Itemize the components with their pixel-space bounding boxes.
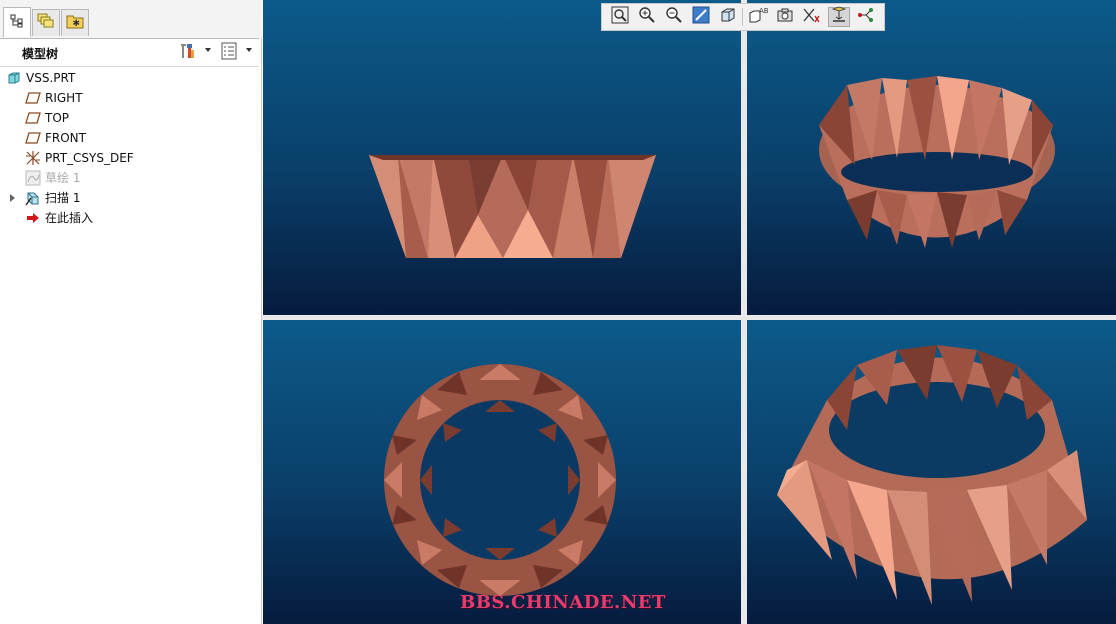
tab-layers[interactable] [32,9,60,36]
tree-item-right[interactable]: RIGHT [25,88,83,107]
svg-text:✱: ✱ [73,19,81,29]
viewport-divider-vertical[interactable] [741,0,747,624]
tree-item-label: PRT_CSYS_DEF [45,150,134,165]
tree-item-label: TOP [45,110,70,125]
saved-views-button[interactable]: AB [747,7,769,27]
tab-model-tree[interactable] [3,7,31,37]
shaded-cube-icon [719,6,737,28]
model-tree-panel: ✱ 模型树 VSS.PRT RIGHT TOP FRONT PRT_CSYS_D… [0,0,262,624]
datum-plane-icon [25,130,41,146]
camera-icon [776,6,794,28]
viewport-iso-bottom[interactable] [747,320,1116,624]
zoom-out-button[interactable] [663,7,685,27]
ring-iso-view [819,76,1055,248]
tree-item-label: 草绘 1 [45,171,81,185]
layers-icon [37,13,55,33]
tree-item-sweep[interactable]: 扫描 1 [10,188,80,207]
viewport-top[interactable] [263,320,741,624]
view-manager-button[interactable] [774,7,796,27]
model-tree-icon [10,13,24,32]
refit-button[interactable] [609,6,631,28]
watermark: BBS.CHINADE.NET [460,592,666,613]
tools-icon [178,42,196,64]
tab-favorites[interactable]: ✱ [61,9,89,36]
tree-item-label: VSS.PRT [26,70,76,85]
tree-title: 模型树 [22,47,59,61]
viewport-iso-top[interactable] [747,0,1116,315]
viewport-divider-horizontal[interactable] [262,315,1116,320]
tree-item-front[interactable]: FRONT [25,128,86,147]
viewport-front[interactable] [263,0,741,315]
datum-display-icon [802,6,822,28]
repaint-icon [692,6,710,28]
tree-show-button[interactable] [219,42,239,64]
sketch-icon [25,170,41,186]
datum-display-button[interactable] [801,7,823,27]
graphics-toolbar: AB [601,3,885,31]
tree-item-label: FRONT [45,130,86,145]
tree-item-top[interactable]: TOP [25,108,69,127]
part-icon [6,70,22,86]
tree-show-dropdown-icon[interactable] [246,48,252,52]
datum-plane-icon [25,110,41,126]
tree-item-sketch[interactable]: 草绘 1 [25,168,80,187]
tree-item-part[interactable]: VSS.PRT [6,68,75,87]
tree-settings-dropdown-icon[interactable] [205,48,211,52]
insert-arrow-icon [25,210,41,226]
list-settings-icon [221,42,237,64]
tree-item-label: 在此插入 [45,211,94,225]
sweep-icon [25,190,41,206]
tree-header: 模型树 [0,38,259,67]
display-style-button[interactable] [717,7,739,27]
zoom-fit-icon [611,6,629,28]
datum-plane-icon [25,90,41,106]
frustum-side-view [369,155,656,258]
spin-center-icon [830,6,848,28]
spin-center-button[interactable] [828,6,850,28]
zoom-in-button[interactable] [636,7,658,27]
ring-top-view [384,364,616,596]
csys-icon [25,150,41,166]
svg-text:AB: AB [759,7,768,15]
tree-item-label: RIGHT [45,90,83,105]
favorites-folder-icon: ✱ [66,13,84,33]
repaint-button[interactable] [690,6,712,28]
ring-iso-bottom-view [777,345,1087,605]
expand-arrow-icon[interactable] [10,193,15,202]
zoom-out-icon [665,6,683,28]
tree-item-csys[interactable]: PRT_CSYS_DEF [25,148,134,167]
annotation-display-button[interactable] [855,7,877,27]
saved-views-icon: AB [748,6,769,28]
tree-item-insert-here[interactable]: 在此插入 [25,208,93,227]
panel-tabs: ✱ [0,0,262,38]
annotation-icon [857,6,875,28]
tree-settings-button[interactable] [177,43,197,63]
tree-item-label: 扫描 1 [45,191,81,205]
zoom-in-icon [638,6,656,28]
